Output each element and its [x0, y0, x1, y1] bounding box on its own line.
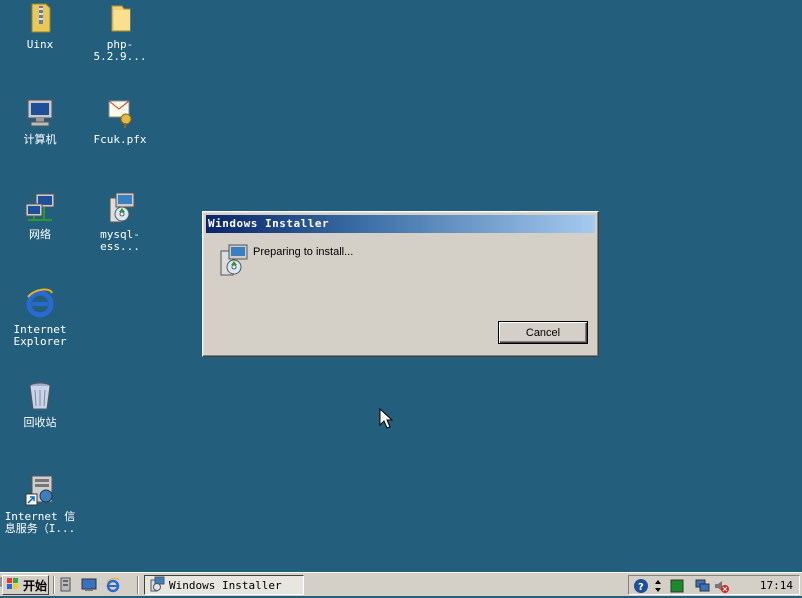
desktop-icon-internet-explorer[interactable]: Internet Explorer	[2, 287, 78, 348]
taskbar-separator	[53, 576, 55, 594]
folder-icon	[104, 2, 136, 34]
windows-installer-dialog: Windows Installer Preparing to install..…	[202, 211, 599, 357]
recycle-bin-icon	[24, 380, 56, 412]
desktop-icon-computer[interactable]: 计算机	[2, 97, 78, 146]
installer-icon	[104, 192, 136, 224]
mouse-cursor-icon	[379, 407, 394, 430]
taskbar: 开始 Windows Installer ? 17:14	[0, 572, 802, 596]
desktop-icon-label: Fcuk.pfx	[93, 133, 147, 146]
svg-text:?: ?	[638, 582, 644, 593]
start-label: 开始	[23, 578, 48, 593]
desktop-icon-mysql[interactable]: mysql-ess...	[82, 192, 158, 253]
certificate-icon	[104, 97, 136, 129]
desktop-icon-label: php-5.2.9...	[93, 38, 147, 63]
desktop-icon-fcuk-pfx[interactable]: Fcuk.pfx	[82, 97, 158, 146]
desktop-icon-label: Uinx	[26, 38, 54, 51]
iis-shortcut-icon	[24, 474, 56, 506]
desktop-icon-label: mysql-ess...	[100, 228, 140, 253]
desktop-icon-recycle-bin[interactable]: 回收站	[2, 380, 78, 429]
computer-icon	[24, 97, 56, 129]
desktop-icon-php[interactable]: php-5.2.9...	[82, 2, 158, 63]
quicklaunch-show-desktop-icon[interactable]	[81, 577, 97, 593]
dialog-titlebar[interactable]: Windows Installer	[206, 215, 595, 233]
network-disconnected-icon[interactable]	[695, 578, 711, 594]
desktop-icon-label: Internet 信 息服务（I...	[4, 510, 76, 535]
dialog-title: Windows Installer	[208, 217, 330, 230]
taskbar-button-label: Windows Installer	[169, 578, 282, 592]
quicklaunch-server-manager-icon[interactable]	[58, 577, 74, 593]
windows-logo-icon	[6, 577, 20, 594]
dialog-message: Preparing to install...	[253, 246, 354, 258]
folder-zip-icon	[24, 2, 56, 34]
desktop-icon-label: 计算机	[23, 133, 57, 146]
quicklaunch-internet-explorer-icon[interactable]	[105, 577, 121, 593]
tray-arrows-icon[interactable]	[653, 578, 669, 594]
start-button[interactable]: 开始	[2, 575, 49, 595]
installer-icon	[217, 243, 251, 277]
network-icon	[24, 192, 56, 224]
desktop-icon-iis[interactable]: Internet 信 息服务（I...	[2, 474, 78, 535]
desktop: Uinx php-5.2.9... 计算机 Fcuk.pfx 网络 mysql-…	[0, 0, 802, 572]
taskbar-separator	[137, 576, 139, 594]
desktop-icon-uinx[interactable]: Uinx	[2, 2, 78, 51]
desktop-icon-network[interactable]: 网络	[2, 192, 78, 241]
volume-muted-icon[interactable]	[713, 578, 729, 594]
desktop-icon-label: 回收站	[23, 416, 57, 429]
installer-icon	[149, 576, 165, 595]
help-icon[interactable]: ?	[633, 578, 649, 594]
desktop-icon-label: 网络	[29, 228, 51, 241]
green-status-icon[interactable]	[669, 578, 685, 594]
clock[interactable]: 17:14	[760, 579, 793, 592]
system-tray: ? 17:14	[628, 575, 800, 595]
internet-explorer-icon	[24, 287, 56, 319]
taskbar-button-windows-installer[interactable]: Windows Installer	[144, 575, 304, 595]
desktop-icon-label: Internet Explorer	[13, 323, 67, 348]
cancel-button[interactable]: Cancel	[498, 321, 588, 344]
